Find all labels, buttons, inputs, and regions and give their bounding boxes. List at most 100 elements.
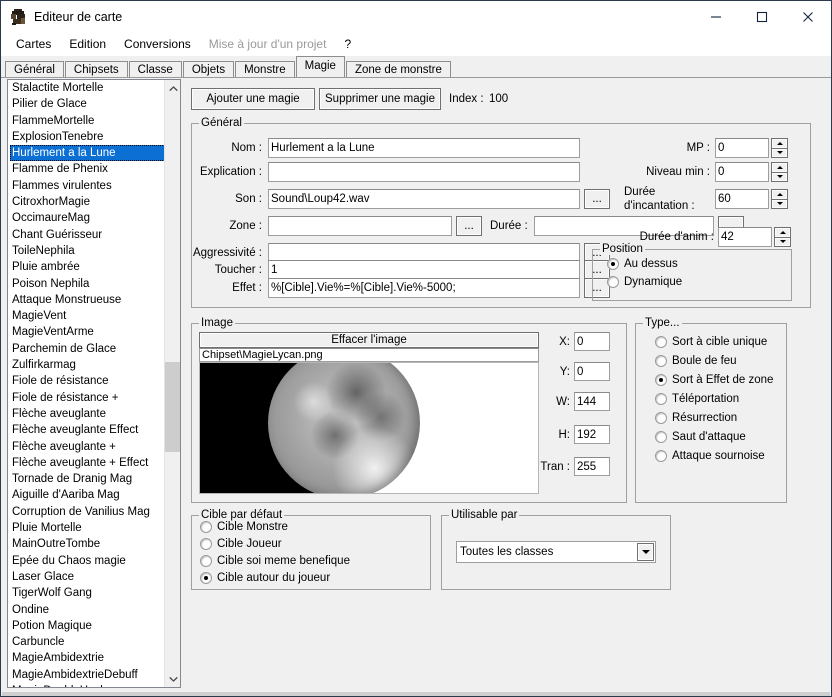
radio-target-cible-joueur[interactable]: Cible Joueur [200,538,282,550]
list-item[interactable]: Fiole de résistance + [10,390,165,406]
list-item[interactable]: Parchemin de Glace [10,341,165,357]
duree-incantation-input[interactable] [715,189,769,209]
duree-anim-input[interactable] [718,227,772,247]
list-item[interactable]: Zulfirkarmag [10,357,165,373]
menu-item-help[interactable]: ? [335,35,360,53]
list-item[interactable]: Ondine [10,602,165,618]
list-item[interactable]: Pilier de Glace [10,96,165,112]
list-item[interactable]: ToileNephila [10,243,165,259]
image-w-input[interactable] [574,392,610,411]
radio-target-cible-monstre[interactable]: Cible Monstre [200,521,288,533]
duree-anim-spinner[interactable] [774,227,791,247]
list-item[interactable]: MagieVentArme [10,324,165,340]
chevron-up-icon[interactable] [165,80,181,97]
tab-magie[interactable]: Magie [296,56,345,77]
spell-list[interactable]: Stalactite MortellePilier de GlaceFlamme… [7,79,181,688]
list-item[interactable]: Flammes virulentes [10,178,165,194]
radio-target-cible-autour-joueur[interactable]: Cible autour du joueur [200,572,330,584]
list-item[interactable]: OccimaureMag [10,210,165,226]
list-item[interactable]: Laser Glace [10,569,165,585]
duree-anim-spinner-down[interactable] [774,237,791,248]
radio-type-sort-effet-de-zone[interactable]: Sort à Effet de zone [655,374,773,386]
menu-item-conversions[interactable]: Conversions [115,35,200,53]
list-item[interactable]: Stalactite Mortelle [10,80,165,96]
mp-input[interactable] [715,138,769,158]
radio-type-attaque-sournoise[interactable]: Attaque sournoise [655,450,765,462]
tab-objets[interactable]: Objets [183,61,234,78]
radio-type-saut-attaque[interactable]: Saut d'attaque [655,431,746,443]
niveau-min-spinner[interactable] [771,162,788,182]
list-item[interactable]: Potion Magique [10,618,165,634]
tab-general[interactable]: Général [5,61,64,78]
image-path-input[interactable] [199,348,539,362]
list-item[interactable]: FlammeMortelle [10,113,165,129]
list-item[interactable]: Flamme de Phenix [10,161,165,177]
radio-type-boule-de-feu[interactable]: Boule de feu [655,355,737,367]
list-item[interactable]: Tornade de Dranig Mag [10,471,165,487]
radio-type-sort-cible-unique[interactable]: Sort à cible unique [655,336,767,348]
duree-incantation-spinner[interactable] [771,189,788,209]
mp-spinner-down[interactable] [771,148,788,159]
clear-image-button[interactable]: Effacer l'image [199,332,539,348]
radio-position-au-dessus[interactable]: Au dessus [607,258,678,270]
mp-spinner[interactable] [771,138,788,158]
mp-spinner-up[interactable] [771,138,788,148]
list-item[interactable]: MagieDoubleHache [10,683,165,688]
zone-input[interactable] [268,216,452,236]
radio-type-resurrection[interactable]: Résurrection [655,412,737,424]
duree-anim-spinner-up[interactable] [774,227,791,237]
list-item[interactable]: Flèche aveuglante [10,406,165,422]
list-item[interactable]: Fiole de résistance [10,373,165,389]
son-browse-button[interactable]: ... [584,189,610,209]
explication-input[interactable] [268,162,580,182]
menu-item-edition[interactable]: Edition [60,35,115,53]
radio-position-dynamique[interactable]: Dynamique [607,276,682,288]
toucher-input[interactable] [268,260,580,280]
list-item[interactable]: Hurlement a la Lune [10,145,165,161]
son-input[interactable] [268,189,580,209]
list-item[interactable]: Flèche aveuglante + Effect [10,455,165,471]
delete-spell-button[interactable]: Supprimer une magie [319,88,441,110]
spell-list-scrollbar[interactable] [164,80,180,687]
list-item[interactable]: MainOutreTombe [10,536,165,552]
menu-item-cartes[interactable]: Cartes [7,35,60,53]
niveau-min-input[interactable] [715,162,769,182]
image-tran-input[interactable] [574,457,610,476]
list-item[interactable]: Flèche aveuglante Effect [10,422,165,438]
image-h-input[interactable] [574,425,610,444]
tab-classe[interactable]: Classe [129,61,182,78]
list-item[interactable]: Epée du Chaos magie [10,553,165,569]
list-item[interactable]: Carbuncle [10,634,165,650]
list-item[interactable]: Pluie Mortelle [10,520,165,536]
list-item[interactable]: ExplosionTenebre [10,129,165,145]
usable-by-select[interactable]: Toutes les classes [456,541,656,563]
list-item[interactable]: CitroxhorMagie [10,194,165,210]
niveau-min-spinner-down[interactable] [771,172,788,183]
tab-monstre[interactable]: Monstre [235,61,295,78]
list-item[interactable]: Attaque Monstrueuse [10,292,165,308]
tab-zone-de-monstre[interactable]: Zone de monstre [346,61,451,78]
chevron-down-icon[interactable] [637,543,654,561]
nom-input[interactable] [268,138,580,158]
add-spell-button[interactable]: Ajouter une magie [191,88,315,110]
chevron-down-icon[interactable] [165,670,181,687]
list-item[interactable]: Pluie ambrée [10,259,165,275]
list-item[interactable]: Chant Guérisseur [10,227,165,243]
list-item[interactable]: MagieAmbidextrie [10,650,165,666]
maximize-button[interactable] [739,1,785,32]
image-y-input[interactable] [574,362,610,381]
list-item[interactable]: Aiguille d'Aariba Mag [10,487,165,503]
duree-incantation-spinner-up[interactable] [771,189,788,199]
list-item[interactable]: Flèche aveuglante + [10,439,165,455]
niveau-min-spinner-up[interactable] [771,162,788,172]
image-x-input[interactable] [574,332,610,351]
list-item[interactable]: MagieVent [10,308,165,324]
list-item[interactable]: Poison Nephila [10,276,165,292]
radio-type-teleportation[interactable]: Téléportation [655,393,739,405]
minimize-button[interactable] [693,1,739,32]
list-item[interactable]: TigerWolf Gang [10,585,165,601]
image-preview[interactable] [199,362,539,494]
duree-incantation-spinner-down[interactable] [771,199,788,210]
close-button[interactable] [785,1,831,32]
effet-input[interactable] [268,278,580,298]
